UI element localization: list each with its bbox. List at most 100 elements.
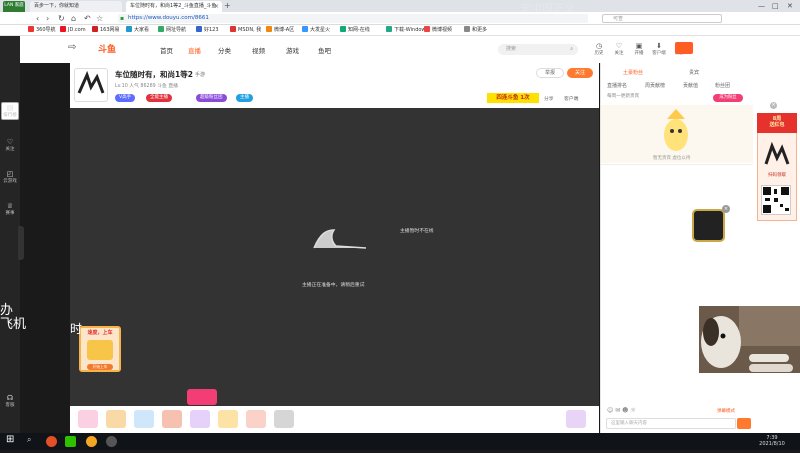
sidebar-collapse-handle[interactable] (18, 226, 24, 260)
gift-icon[interactable]: ✉ (615, 407, 620, 414)
minimize-icon[interactable]: — (758, 1, 765, 11)
sidebar-item-follow[interactable]: ♡ 关注 (0, 138, 20, 152)
medal-icon[interactable]: ☼ (630, 407, 635, 414)
badge-allround[interactable]: 全能主播 (146, 94, 172, 102)
user-avatar[interactable] (675, 42, 693, 54)
windows-start-icon[interactable]: ⊞ (6, 434, 14, 445)
share-button[interactable]: 分享 (544, 95, 554, 102)
report-button[interactable]: 举报 (536, 68, 564, 78)
nav-live[interactable]: 直播 (188, 45, 201, 55)
chrome-icon[interactable] (46, 436, 57, 447)
close-icon[interactable]: × (770, 102, 777, 109)
gift-item[interactable] (106, 410, 126, 428)
fans-icon[interactable]: ☻ (622, 407, 628, 414)
bookmark-item[interactable]: 知网-在线 (340, 26, 370, 35)
tab-baidu[interactable]: 百步一下，你就知道 (30, 1, 122, 12)
close-icon[interactable]: × (722, 205, 730, 213)
video-player[interactable]: 主播暂时不在线 主播正在准备中，请稍后重试 (70, 108, 599, 406)
bookmark-item[interactable]: JD.com (60, 26, 86, 35)
expand-arrow-icon[interactable]: ⇨ (68, 42, 76, 53)
header-start[interactable]: ▣ 开播 (630, 42, 648, 56)
header-download[interactable]: ⬇ 客户端 (650, 42, 668, 56)
follow-button[interactable]: 关注 (567, 68, 593, 78)
promo-title: 速度，上车 (87, 330, 113, 336)
close-window-icon[interactable]: ✕ (787, 1, 793, 11)
tab-douyu[interactable]: 车位随时有，和尚1等2_斗鱼直播_斗鱼 × (126, 1, 222, 12)
right-panel: 土豪粉丝 贵宾 直播排名 周贡献榜 贡献值 粉丝团 每周一更新贵宾 成为粉丝 暂… (600, 63, 753, 433)
badge-fans[interactable]: 超级粉丝团 (196, 94, 227, 102)
promo-button[interactable]: 开始上车 (87, 364, 113, 370)
bookmark-item[interactable]: 大家看 (126, 26, 149, 35)
tab-rank[interactable]: 直播排名 (607, 82, 627, 89)
new-tab-button[interactable]: + (224, 1, 231, 11)
close-icon[interactable]: × (214, 1, 219, 12)
bookmark-item[interactable]: MSDN, 我 (230, 26, 261, 35)
tab-fanclub[interactable]: 粉丝团 (715, 82, 730, 89)
floating-widget[interactable] (692, 209, 725, 242)
bookmark-item[interactable]: 好123 (196, 26, 219, 35)
bookmark-item[interactable]: 和更多 (464, 26, 487, 35)
become-fan-button[interactable]: 成为粉丝 (713, 94, 743, 102)
nav-fishbar[interactable]: 鱼吧 (318, 45, 331, 55)
client-button[interactable]: 客户端 (564, 95, 578, 102)
tab-vip[interactable]: 贵宾 (689, 69, 699, 76)
gift-item[interactable] (566, 410, 586, 428)
send-button[interactable] (737, 418, 751, 429)
streamer-avatar[interactable] (74, 68, 108, 102)
badge-master[interactable]: V高手 (115, 94, 136, 102)
header-history[interactable]: ◷ 历史 (590, 42, 608, 56)
room-category[interactable]: 手游 (195, 71, 205, 78)
tab-fans[interactable]: 土豪粉丝 (623, 69, 643, 76)
star-icon[interactable]: ☆ (96, 13, 103, 24)
header-follow[interactable]: ♡ 关注 (610, 42, 628, 56)
tab-weekly[interactable]: 周贡献榜 (645, 82, 665, 89)
bookmark-item[interactable]: 大发星火 (302, 26, 330, 35)
obs-icon[interactable] (106, 436, 117, 447)
maximize-icon[interactable]: □ (772, 1, 779, 11)
qr-code[interactable] (761, 185, 791, 215)
bookmark-item[interactable]: 微博视频 (424, 26, 452, 35)
refresh-icon[interactable]: ↻ (58, 13, 65, 24)
gift-item[interactable] (78, 410, 98, 428)
bookmark-item[interactable]: 163网易 (92, 26, 120, 35)
event-banner[interactable]: 四连斗鱼 1次 (487, 93, 539, 103)
promo-widget[interactable]: 速度，上车 开始上车 (79, 326, 121, 372)
back-icon[interactable]: ‹ (36, 13, 39, 24)
browser-search-input[interactable]: 可查 (602, 14, 722, 23)
start-icon: ▣ (635, 42, 643, 50)
sidebar-item-game[interactable]: ◰ 云游戏 (0, 170, 20, 184)
home-icon[interactable]: ⌂ (71, 13, 76, 24)
undo-icon[interactable]: ↶ (84, 13, 91, 24)
gift-item[interactable] (246, 410, 266, 428)
bookmark-item[interactable]: 360导航 (28, 26, 56, 35)
site-logo[interactable]: 斗鱼 (98, 42, 116, 55)
emoji-icon[interactable]: ☺ (607, 407, 613, 414)
nav-home[interactable]: 首页 (160, 45, 173, 55)
site-search-input[interactable]: 搜索 ⌕ (498, 44, 578, 55)
nav-category[interactable]: 分类 (218, 45, 231, 55)
forward-icon[interactable]: › (46, 13, 49, 24)
search-icon[interactable]: ⌕ (570, 44, 573, 55)
browser-icon[interactable] (86, 436, 97, 447)
bookmark-item[interactable]: 网址导航 (158, 26, 186, 35)
gift-item[interactable] (134, 410, 154, 428)
gift-item[interactable] (218, 410, 238, 428)
nav-game[interactable]: 游戏 (286, 45, 299, 55)
taskbar-clock[interactable]: 7:39 2021/8/10 (752, 435, 792, 447)
badge-anchor[interactable]: 主播 (236, 94, 253, 102)
nav-video[interactable]: 视频 (252, 45, 265, 55)
bookmark-item[interactable]: 下载-Windows (386, 26, 428, 35)
url-field[interactable]: ▪ https://www.douyu.com/8661 (118, 14, 588, 23)
gift-item[interactable] (162, 410, 182, 428)
gift-item[interactable] (190, 410, 210, 428)
search-icon[interactable]: ⌕ (27, 435, 31, 445)
sidebar-item-match[interactable]: ♕ 赛事 (0, 202, 20, 216)
sidebar-item-service[interactable]: ☊ 客服 (0, 394, 20, 408)
tab-contrib[interactable]: 贡献值 (683, 82, 698, 89)
wechat-icon[interactable] (65, 436, 76, 447)
sidebar-item-rank[interactable]: ▤ 排行榜 (0, 104, 20, 118)
bookmark-item[interactable]: 微博-A区 (266, 26, 294, 35)
taskbar: ⊞ ⌕ 7:39 2021/8/10 (0, 433, 800, 450)
chat-mode[interactable]: 弹幕模式 (717, 408, 735, 414)
gift-item[interactable] (274, 410, 294, 428)
